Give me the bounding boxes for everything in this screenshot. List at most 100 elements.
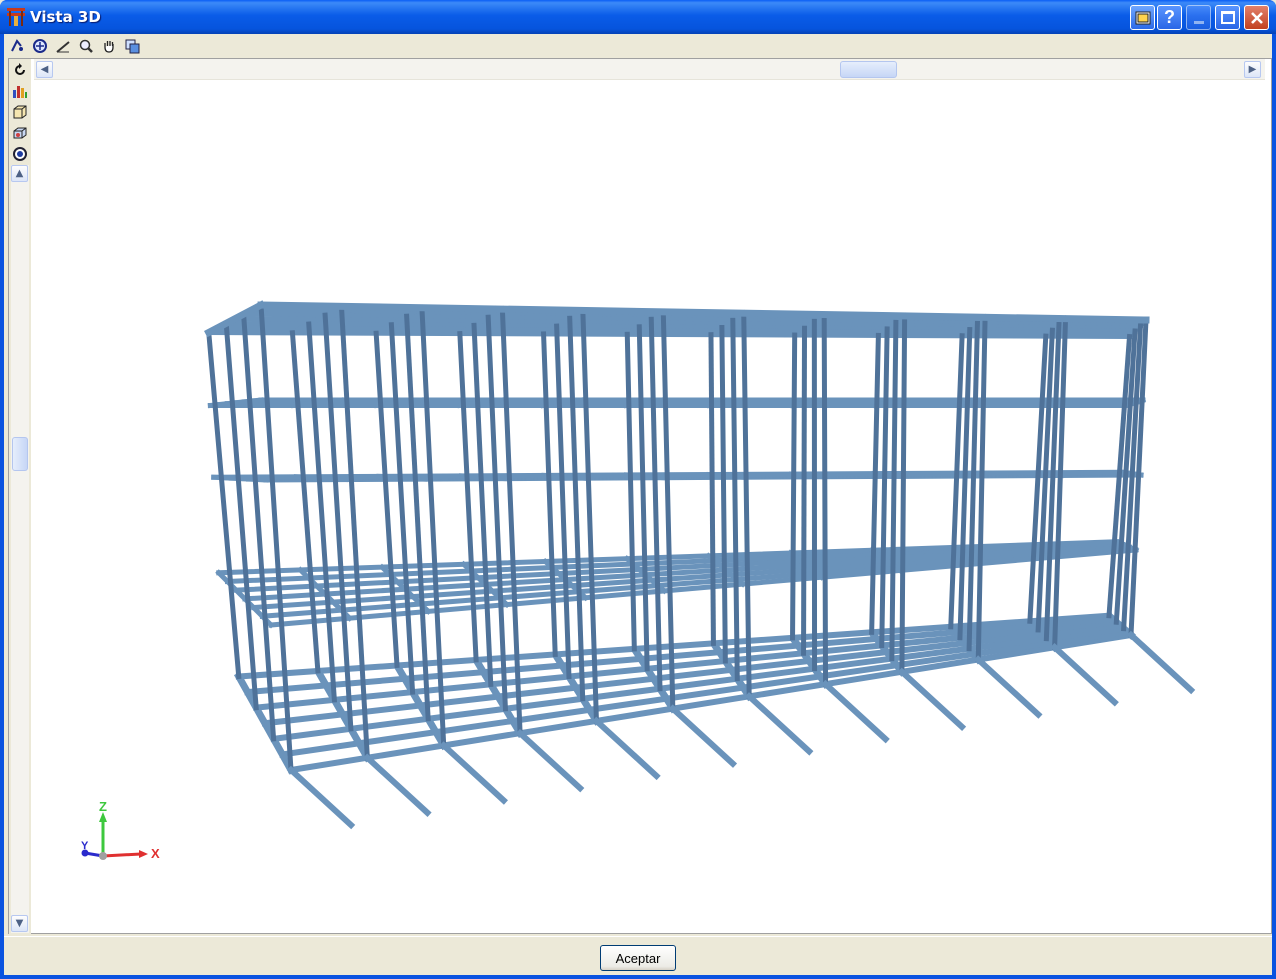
refresh-icon xyxy=(15,63,25,75)
chevron-down-icon: ▼ xyxy=(15,918,24,929)
side-tool-box-view[interactable] xyxy=(10,102,30,122)
measure-icon xyxy=(56,41,70,53)
context-button[interactable] xyxy=(1130,5,1155,30)
title-bar[interactable]: Vista 3D ? xyxy=(0,0,1276,34)
vista-3d-window: Vista 3D ? ▲ ▼ ◀ ▶ Z Y X Aceptar xyxy=(0,0,1276,979)
side-tool-chart[interactable] xyxy=(10,81,30,101)
zoom-window-icon xyxy=(33,39,47,53)
column xyxy=(624,331,637,652)
ground-cantilever xyxy=(592,716,661,781)
tool-zoom[interactable] xyxy=(76,36,96,56)
cube-view-icon xyxy=(13,127,27,139)
column xyxy=(636,324,650,672)
ground-cantilever xyxy=(668,704,738,768)
scroll-down-button[interactable]: ▼ xyxy=(11,915,28,932)
chevron-left-icon: ◀ xyxy=(40,64,49,75)
column xyxy=(889,319,899,662)
chevron-right-icon: ▶ xyxy=(1248,64,1257,75)
column xyxy=(790,332,798,641)
floor-joist xyxy=(788,471,826,480)
tool-zoom-window[interactable] xyxy=(30,36,50,56)
tool-pan[interactable] xyxy=(99,36,119,56)
chart-icon xyxy=(13,86,27,98)
copy-view-icon xyxy=(125,39,140,54)
ground-cantilever xyxy=(897,667,967,732)
chevron-up-icon: ▲ xyxy=(15,168,24,179)
question-icon: ? xyxy=(1164,7,1175,27)
ground-cantilever xyxy=(821,679,890,744)
tool-rotate[interactable] xyxy=(7,36,27,56)
ground-cantilever xyxy=(286,765,356,830)
x-axis-label: X xyxy=(151,846,160,861)
y-axis-label: Y xyxy=(81,840,89,852)
scroll-left-button[interactable]: ◀ xyxy=(36,61,53,78)
column xyxy=(975,314,988,663)
side-tool-visibility[interactable] xyxy=(10,144,30,164)
column xyxy=(567,315,586,702)
column xyxy=(801,325,808,656)
help-button[interactable]: ? xyxy=(1157,5,1182,30)
column xyxy=(648,316,663,692)
axis-triad: Z Y X xyxy=(81,800,160,861)
tool-copy-view[interactable] xyxy=(122,36,142,56)
x-axis-line xyxy=(102,852,142,858)
rotate-icon xyxy=(11,39,23,52)
x-axis-arrow xyxy=(139,850,148,858)
column xyxy=(899,313,908,675)
pan-icon xyxy=(104,41,114,53)
column xyxy=(338,303,371,761)
zoom-icon xyxy=(79,39,93,53)
column xyxy=(457,330,479,663)
column xyxy=(580,307,600,724)
ground-cantilever xyxy=(974,655,1043,719)
visibility-icon xyxy=(13,147,27,161)
structure-model[interactable] xyxy=(31,80,1271,933)
side-tool-refresh[interactable] xyxy=(10,60,30,80)
ground-cantilever xyxy=(744,692,814,756)
column xyxy=(730,317,740,682)
ground-cantilever xyxy=(515,728,585,793)
tool-measure[interactable] xyxy=(53,36,73,56)
column xyxy=(258,302,294,773)
z-axis-label: Z xyxy=(99,800,107,814)
column xyxy=(206,329,242,680)
book-help-icon xyxy=(1135,11,1150,24)
ground-cantilever xyxy=(1050,643,1119,707)
column xyxy=(554,323,572,680)
ground-cantilever xyxy=(363,753,432,817)
scroll-up-button[interactable]: ▲ xyxy=(11,165,28,182)
column xyxy=(821,312,829,687)
column xyxy=(879,326,890,649)
3d-view-canvas[interactable]: Z Y X xyxy=(31,80,1271,933)
horizontal-scroll-thumb[interactable] xyxy=(840,61,897,78)
vertical-scrollbar[interactable]: ▲ ▼ xyxy=(11,165,29,933)
view-frame: ▲ ▼ ◀ ▶ Z Y X xyxy=(8,58,1272,935)
axis-origin xyxy=(99,852,107,860)
maximize-button[interactable] xyxy=(1215,5,1240,30)
minimize-button[interactable] xyxy=(1186,5,1211,30)
accept-button[interactable]: Aceptar xyxy=(600,945,676,971)
box-view-icon xyxy=(13,105,27,119)
ground-cantilever xyxy=(1126,630,1196,695)
column xyxy=(708,332,716,646)
minimize-icon xyxy=(1193,21,1204,24)
vertical-scroll-thumb[interactable] xyxy=(12,437,28,471)
column xyxy=(223,320,259,711)
dialog-footer: Aceptar xyxy=(4,936,1272,975)
floor-joist xyxy=(953,470,985,479)
app-icon xyxy=(7,8,25,26)
view-toolbar xyxy=(4,34,1272,58)
side-tool-cube-view[interactable] xyxy=(10,123,30,143)
side-toolbar: ▲ ▼ xyxy=(9,59,31,935)
close-icon xyxy=(1250,11,1263,24)
column xyxy=(869,332,881,635)
horizontal-scrollbar[interactable]: ◀ ▶ xyxy=(34,59,1265,80)
ground-cantilever xyxy=(439,741,508,805)
column xyxy=(540,331,558,657)
column xyxy=(719,324,728,664)
scroll-right-button[interactable]: ▶ xyxy=(1244,61,1261,78)
close-button[interactable] xyxy=(1244,5,1269,30)
client-area: ▲ ▼ ◀ ▶ Z Y X Aceptar xyxy=(4,34,1272,975)
floor-joist xyxy=(871,470,906,480)
window-title: Vista 3D xyxy=(30,8,101,26)
